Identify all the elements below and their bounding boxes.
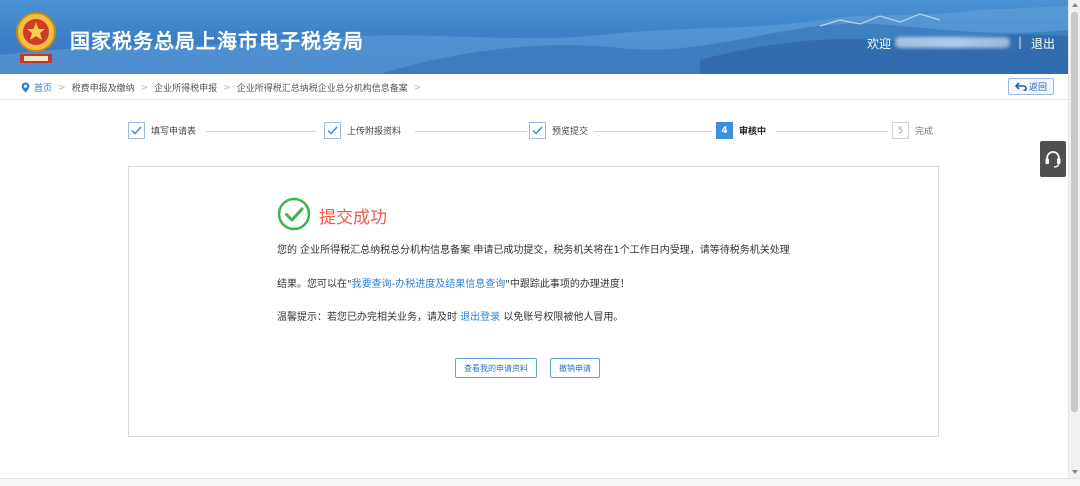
breadcrumb-separator: > — [58, 82, 66, 93]
site-title: 国家税务总局上海市电子税务局 — [70, 29, 364, 53]
step-label: 预览提交 — [552, 127, 589, 137]
welcome-text: 欢迎 — [867, 37, 892, 51]
back-button[interactable]: 返回 — [1008, 78, 1054, 95]
logout-link[interactable]: 退出 — [1031, 35, 1055, 52]
scroll-down-arrow-icon[interactable] — [1072, 470, 1078, 474]
username-redacted — [895, 37, 1010, 48]
step-label: 填写申请表 — [151, 127, 197, 137]
step-preview-submit: 预览提交 — [529, 122, 588, 139]
result-card: 提交成功 您的 企业所得税汇总纳税总分机构信息备案 申请已成功提交，税务机关将在… — [128, 166, 939, 437]
result-message-line2: 结果。您可以在"我要查询-办税进度及结果信息查询"中跟踪此事项的办理进度！ — [277, 275, 630, 290]
header-divider: | — [1018, 35, 1023, 49]
tip-text: 温馨提示：若您已办完相关业务，请及时 — [277, 312, 461, 323]
return-arrow-icon — [1014, 82, 1027, 91]
tip-text: 以免账号权限被他人冒用。 — [500, 312, 624, 323]
breadcrumb-current-page: 企业所得税汇总纳税企业总分机构信息备案 — [236, 84, 408, 94]
breadcrumb-separator: > — [223, 82, 231, 93]
check-circle-icon — [277, 197, 311, 231]
back-button-label: 返回 — [1028, 83, 1047, 93]
step-complete: 5 完成 — [892, 122, 933, 139]
tax-emblem-icon — [16, 12, 56, 63]
security-tip: 温馨提示：若您已办完相关业务，请及时 退出登录 以免账号权限被他人冒用。 — [277, 308, 623, 323]
progress-query-link[interactable]: 我要查询-办税进度及结果信息查询 — [352, 279, 506, 290]
breadcrumb-tax-filing[interactable]: 税费申报及缴纳 — [72, 81, 135, 94]
vertical-scrollbar[interactable] — [1068, 0, 1080, 478]
step-label: 审核中 — [739, 127, 767, 137]
step-label: 完成 — [915, 127, 934, 137]
online-help-button[interactable] — [1040, 141, 1066, 177]
step-label: 上传附报资料 — [347, 127, 402, 137]
step-connector — [594, 131, 712, 132]
headset-icon — [1045, 151, 1061, 168]
location-pin-icon — [21, 82, 30, 93]
scroll-thumb[interactable] — [1071, 12, 1078, 412]
success-title: 提交成功 — [319, 208, 387, 228]
step-connector — [206, 131, 316, 132]
breadcrumb-separator: > — [140, 82, 149, 93]
step-under-review: 4 审核中 — [716, 122, 766, 139]
checkmark-icon — [128, 122, 145, 139]
step-fill-form: 填写申请表 — [128, 122, 196, 139]
step-upload-attachments: 上传附报资料 — [324, 122, 401, 139]
site-header: 国家税务总局上海市电子税务局 欢迎 | 退出 — [0, 0, 1068, 74]
breadcrumb-separator: > — [413, 82, 422, 93]
progress-steps: 填写申请表 上传附报资料 预览提交 4 审核中 5 完成 — [128, 122, 938, 140]
checkmark-icon — [324, 122, 341, 139]
message-text: "中跟踪此事项的办理进度！ — [505, 279, 630, 290]
checkmark-icon — [529, 122, 546, 139]
view-application-button[interactable]: 查看我的申请资料 — [455, 358, 537, 378]
result-message-line1: 您的 企业所得税汇总纳税总分机构信息备案 申请已成功提交，税务机关将在1个工作日… — [277, 245, 790, 256]
message-text: 结果。您可以在" — [277, 279, 352, 290]
scroll-up-arrow-icon[interactable] — [1072, 3, 1078, 7]
breadcrumb: 首页 > 税费申报及缴纳 > 企业所得税申报 > 企业所得税汇总纳税企业总分机构… — [20, 81, 427, 94]
footer-edge — [0, 478, 1080, 486]
cancel-application-button[interactable]: 撤销申请 — [550, 358, 600, 378]
step-number: 4 — [716, 122, 733, 139]
step-connector — [776, 131, 888, 132]
step-number: 5 — [892, 122, 909, 139]
breadcrumb-bar: 首页 > 税费申报及缴纳 > 企业所得税申报 > 企业所得税汇总纳税企业总分机构… — [0, 74, 1068, 100]
logout-inline-link[interactable]: 退出登录 — [460, 312, 500, 323]
breadcrumb-corporate-income-tax[interactable]: 企业所得税申报 — [154, 81, 217, 94]
breadcrumb-home[interactable]: 首页 — [34, 81, 52, 94]
step-connector — [415, 131, 527, 132]
